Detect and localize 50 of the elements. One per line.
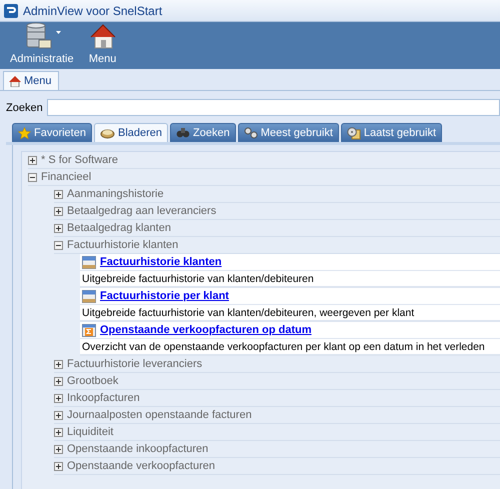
expand-icon[interactable] xyxy=(54,206,63,216)
tree-item[interactable]: Aanmaningshistorie xyxy=(54,186,500,203)
tree-item[interactable]: Financieel xyxy=(28,169,500,186)
expand-icon[interactable] xyxy=(54,224,63,232)
expand-icon[interactable] xyxy=(54,444,63,454)
report-description: Uitgebreide factuurhistorie van klanten/debiteuren, weergeven per klant xyxy=(80,305,500,322)
pins-icon xyxy=(244,126,258,140)
table-icon xyxy=(82,290,96,302)
tree-item[interactable]: Betaalgedrag klanten xyxy=(54,220,500,237)
house-icon xyxy=(8,75,21,87)
tree-item[interactable]: * S for Software xyxy=(28,152,500,169)
expand-icon[interactable] xyxy=(54,428,63,436)
app-logo-icon xyxy=(4,4,18,18)
binoculars-icon xyxy=(176,126,190,140)
toolbar-button[interactable]: Menu xyxy=(84,21,122,65)
tree-item[interactable]: Journaalposten openstaande facturen xyxy=(54,407,500,424)
expand-icon[interactable] xyxy=(54,394,63,402)
expand-icon[interactable] xyxy=(54,376,63,386)
soap-icon xyxy=(100,127,115,139)
collapse-icon[interactable] xyxy=(28,172,37,182)
star-icon xyxy=(18,126,31,140)
report-description: Overzicht van de openstaande verkoopfacturen per klant op een datum in het verleden xyxy=(80,339,500,356)
window-title: AdminView voor SnelStart xyxy=(23,4,162,18)
report-description: Uitgebreide factuurhistorie van klanten/debiteuren xyxy=(80,271,500,288)
tab[interactable]: Laatst gebruikt xyxy=(340,123,442,142)
expand-icon[interactable] xyxy=(54,360,63,368)
tab[interactable]: Favorieten xyxy=(12,123,92,142)
tab-label: Menu xyxy=(24,75,52,87)
tree-item[interactable]: Grootboek xyxy=(54,373,500,390)
collapse-icon[interactable] xyxy=(54,240,63,250)
expand-icon[interactable] xyxy=(54,190,63,198)
search-label: Zoeken xyxy=(6,102,43,114)
tab[interactable]: Meest gebruikt xyxy=(238,123,339,142)
tree-item[interactable]: Betaalgedrag aan leveranciers xyxy=(54,203,500,220)
search-field[interactable] xyxy=(46,99,500,116)
tree-item[interactable]: Openstaande verkoopfacturen xyxy=(54,458,500,475)
tree-item[interactable]: Liquiditeit xyxy=(54,424,500,441)
expand-icon[interactable] xyxy=(54,462,63,470)
tree-item[interactable]: Factuurhistorie leveranciers xyxy=(54,356,500,373)
caret-icon[interactable] xyxy=(56,30,61,34)
table-icon xyxy=(82,256,96,268)
document-tab[interactable]: Menu xyxy=(3,71,59,90)
tab[interactable]: Zoeken xyxy=(170,123,236,142)
tab[interactable]: Bladeren xyxy=(94,123,168,142)
expand-icon[interactable] xyxy=(54,410,63,420)
tree-item[interactable]: Openstaande inkoopfacturen xyxy=(54,441,500,458)
disk-icon xyxy=(346,126,361,140)
toolbar-button[interactable]: Administratie xyxy=(6,21,78,65)
expand-icon[interactable] xyxy=(28,156,37,164)
tree-item[interactable]: Inkoopfacturen xyxy=(54,390,500,407)
